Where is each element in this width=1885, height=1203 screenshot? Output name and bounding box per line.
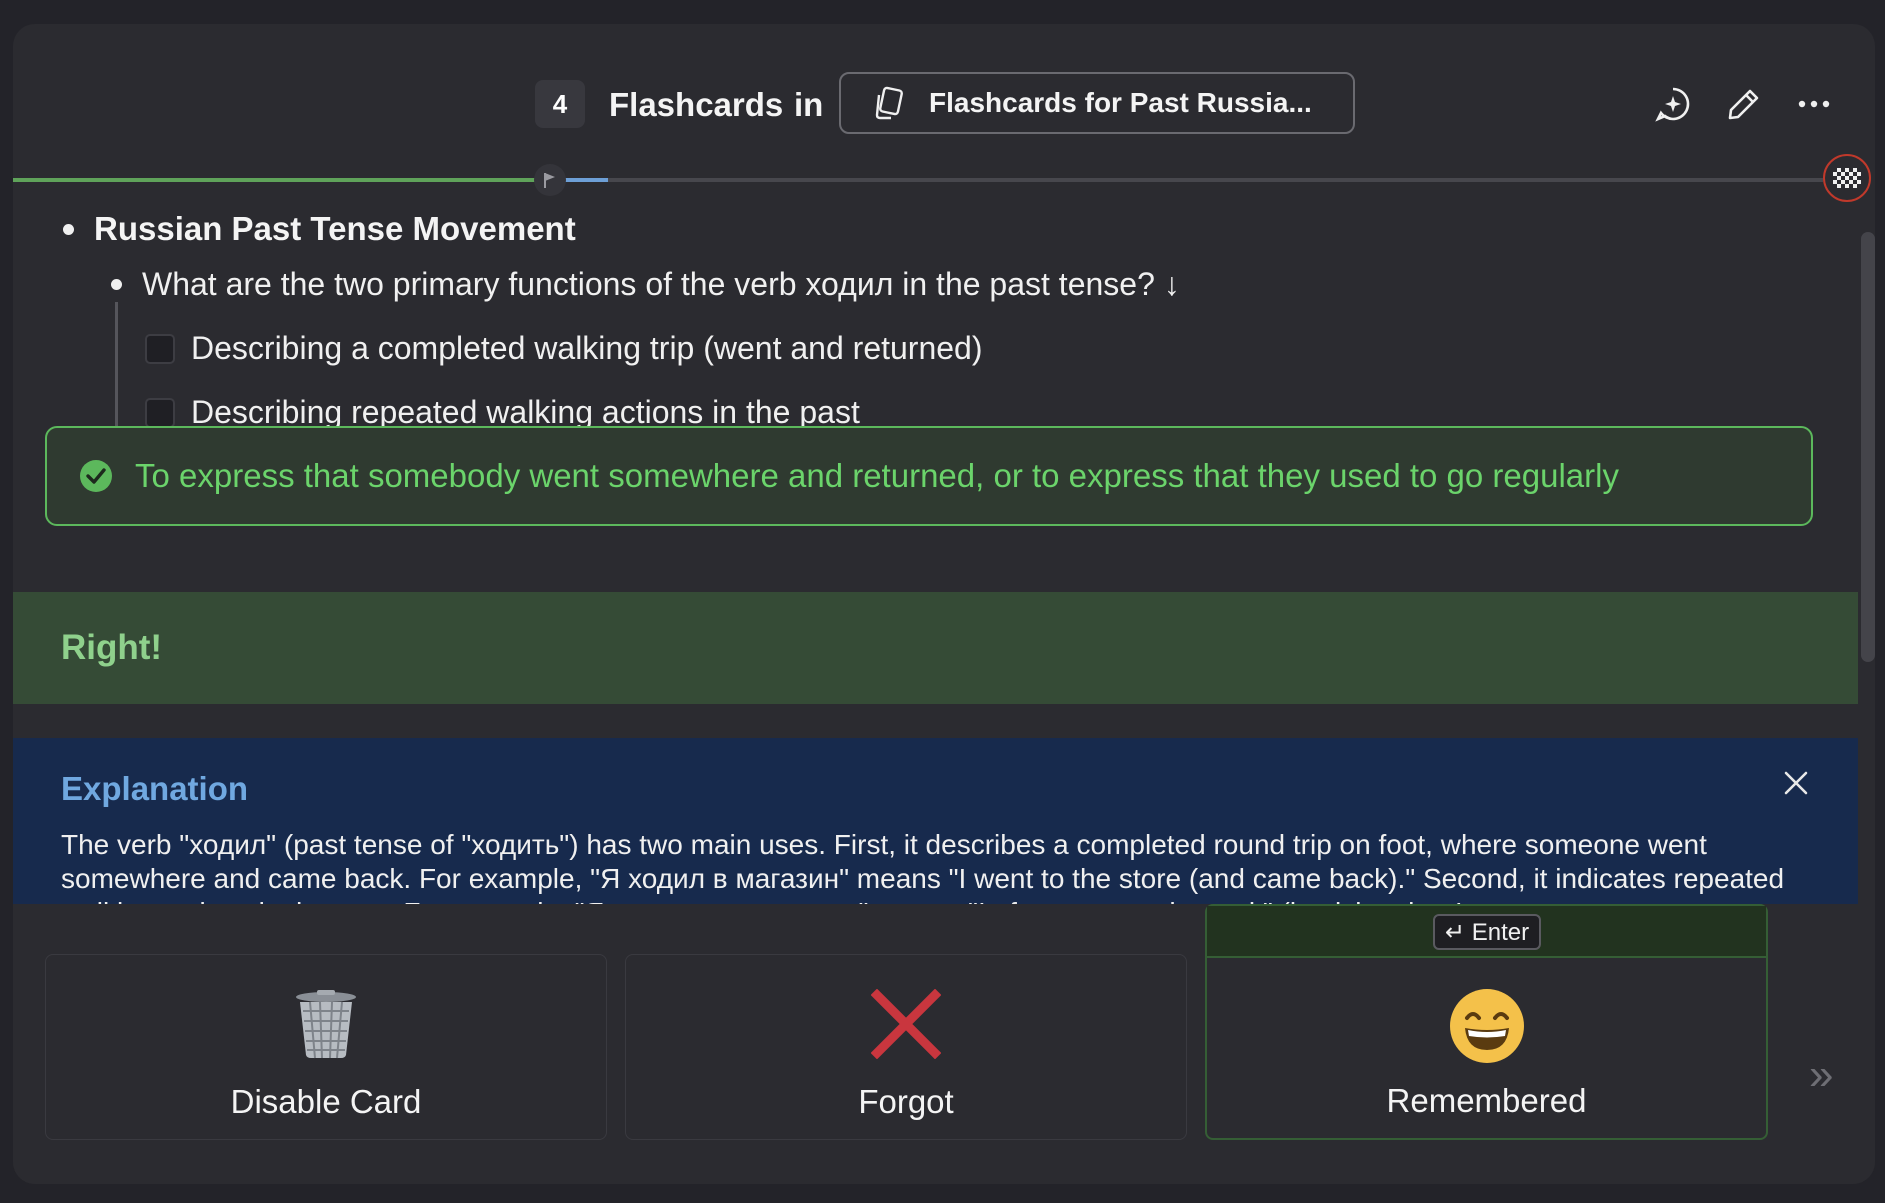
edit-button[interactable]	[1724, 84, 1764, 124]
explanation-heading: Explanation	[61, 770, 249, 807]
deck-selector-button[interactable]: Flashcards for Past Russia...	[839, 72, 1355, 134]
result-text: Right!	[61, 628, 163, 667]
explanation-panel: Explanation The verb "ходил" (past tense…	[13, 738, 1858, 904]
remembered-button[interactable]: ↵ Enter Remembered	[1205, 904, 1768, 1140]
forgot-label: Forgot	[858, 1083, 954, 1120]
answer-option-1[interactable]: Describing a completed walking trip (wen…	[145, 330, 983, 367]
option-label: Describing a completed walking trip (wen…	[191, 330, 983, 366]
disable-card-button[interactable]: Disable Card	[45, 954, 607, 1140]
flag-icon	[543, 173, 555, 188]
forgot-button[interactable]: Forgot	[625, 954, 1187, 1140]
action-bar: Disable Card Forgot ↵ Enter Remembered »	[13, 904, 1875, 1184]
progress-marker	[533, 164, 566, 196]
pencil-icon	[1728, 89, 1759, 120]
explanation-body: The verb "ходил" (past tense of "ходить"…	[61, 829, 1785, 904]
topic-title: Russian Past Tense Movement	[94, 210, 576, 247]
trash-icon	[296, 990, 356, 1059]
grinning-face-icon	[1449, 989, 1524, 1063]
progress-track	[13, 178, 1823, 182]
indent-guide	[115, 302, 118, 428]
more-actions-chevron-icon[interactable]: »	[1809, 1050, 1833, 1100]
header-title: Flashcards	[609, 86, 784, 123]
finish-marker	[1823, 154, 1871, 202]
topic-item: Russian Past Tense Movement	[63, 210, 576, 248]
close-icon[interactable]	[1781, 768, 1811, 798]
scrollbar[interactable]	[1859, 232, 1875, 662]
correct-answer-box: To express that somebody went somewhere …	[45, 426, 1813, 526]
result-banner: Right!	[13, 592, 1858, 704]
header-in-label: in	[794, 86, 824, 123]
progress-fill	[13, 178, 538, 182]
deck-name: Flashcards for Past Russia...	[929, 87, 1312, 118]
correct-answer-text: To express that somebody went somewhere …	[135, 457, 1619, 494]
keyboard-hint-bar: ↵ Enter	[1207, 906, 1766, 958]
sparkle-chat-icon	[1655, 87, 1690, 122]
scrollbar-thumb[interactable]	[1861, 232, 1875, 662]
question-item: What are the two primary functions of th…	[111, 266, 1180, 303]
bullet	[111, 279, 122, 290]
more-options-button[interactable]	[1794, 84, 1834, 124]
flashcard-count-badge: 4	[535, 80, 585, 128]
question-text: What are the two primary functions of th…	[142, 266, 1180, 302]
option-checkbox[interactable]	[145, 397, 175, 428]
disable-card-label: Disable Card	[230, 1083, 422, 1120]
option-checkbox[interactable]	[145, 333, 175, 364]
bullet	[63, 223, 74, 235]
enter-key-hint: ↵ Enter	[1433, 914, 1542, 950]
checkered-flag-icon	[1833, 168, 1861, 188]
flashcards-window: 4 Flashcards in Flashcards for Past Russ…	[13, 24, 1875, 1184]
ai-sparkle-button[interactable]	[1653, 84, 1693, 124]
remembered-label: Remembered	[1386, 1082, 1587, 1119]
cards-icon	[875, 86, 903, 120]
cross-mark-icon	[871, 989, 941, 1059]
ellipsis-icon	[1798, 100, 1830, 108]
check-circle-icon	[80, 460, 112, 492]
header: 4 Flashcards in Flashcards for Past Russ…	[13, 24, 1875, 174]
